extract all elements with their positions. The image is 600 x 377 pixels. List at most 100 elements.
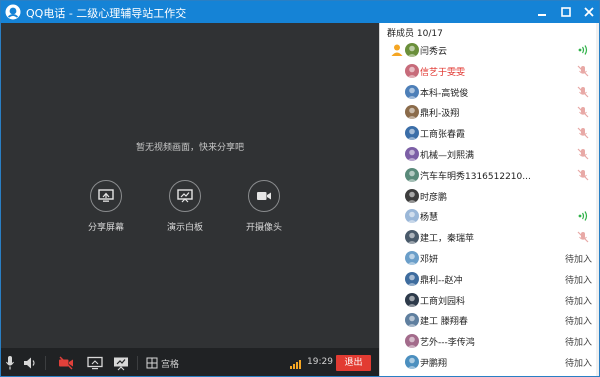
member-row[interactable]: 工商刘园科 待加入 bbox=[380, 290, 599, 310]
toolbar-whiteboard-button[interactable] bbox=[113, 355, 129, 371]
mic-muted-icon bbox=[577, 65, 589, 77]
member-name: 信艺于雯雯 bbox=[420, 67, 466, 78]
member-row[interactable]: 艺外---李传鸿 待加入 bbox=[380, 331, 599, 351]
microphone-button[interactable] bbox=[5, 355, 15, 371]
mic-muted-icon bbox=[577, 148, 589, 160]
share-screen-icon bbox=[98, 189, 114, 202]
camera-icon bbox=[257, 192, 271, 200]
member-row[interactable]: 鼎利-汲翔 bbox=[380, 102, 599, 122]
share-screen-button[interactable]: 分享屏幕 bbox=[71, 180, 141, 233]
minimize-icon bbox=[538, 14, 546, 16]
signal-strength-icon bbox=[290, 360, 301, 369]
pending-status: 待加入 bbox=[564, 255, 592, 265]
avatar bbox=[405, 355, 419, 369]
member-row[interactable]: 本科-高锐俊 bbox=[380, 82, 599, 102]
minimize-button[interactable] bbox=[533, 3, 551, 21]
member-name: 尹鹏翔 bbox=[420, 359, 448, 369]
avatar bbox=[405, 167, 419, 182]
mic-muted-icon bbox=[577, 86, 589, 98]
whiteboard-button[interactable]: 演示白板 bbox=[150, 180, 220, 233]
pending-status: 待加入 bbox=[564, 296, 592, 307]
avatar bbox=[405, 63, 419, 78]
member-name: 杨慧 bbox=[420, 213, 439, 224]
avatar bbox=[405, 292, 419, 307]
title-bar: QQ电话 - 二级心理辅导站工作交 bbox=[1, 1, 599, 23]
avatar bbox=[405, 43, 419, 57]
member-name: 建工，秦瑞苹 bbox=[420, 234, 475, 245]
speaking-icon bbox=[578, 211, 588, 222]
avatar bbox=[405, 313, 419, 328]
mic-muted-icon bbox=[577, 231, 589, 243]
member-row[interactable]: 杨慧 bbox=[380, 206, 599, 226]
share-screen-icon bbox=[87, 356, 103, 370]
window-title: QQ电话 - 二级心理辅导站工作交 bbox=[26, 7, 187, 20]
member-name: 汽车车明秀1316512210... bbox=[420, 171, 531, 182]
close-button[interactable] bbox=[580, 3, 598, 21]
avatar bbox=[405, 230, 419, 245]
layout-label[interactable]: 宫格 bbox=[161, 357, 179, 370]
avatar bbox=[405, 334, 419, 349]
mic-muted-icon bbox=[577, 127, 589, 139]
member-name: 工商刘园科 bbox=[420, 296, 466, 307]
speaker-button[interactable] bbox=[23, 355, 37, 371]
microphone-icon bbox=[6, 356, 14, 370]
video-area: 暂无视频画面，快来分享吧 分享屏幕 演示白板 开摄像头 bbox=[1, 23, 379, 348]
member-row[interactable]: 汽车车明秀1316512210... bbox=[380, 165, 599, 185]
avatar bbox=[405, 271, 419, 286]
avatar bbox=[405, 126, 419, 141]
member-name: 时彦鹏 bbox=[420, 192, 448, 203]
member-name: 闫秀云 bbox=[420, 47, 448, 57]
no-video-message: 暂无视频画面，快来分享吧 bbox=[135, 143, 244, 153]
member-scrollbar[interactable] bbox=[596, 23, 599, 376]
exit-button[interactable]: 退出 bbox=[336, 355, 371, 371]
admin-badge-icon bbox=[391, 44, 403, 56]
member-name: 艺外---李传鸿 bbox=[420, 338, 475, 349]
whiteboard-label: 演示白板 bbox=[166, 223, 203, 233]
member-row[interactable]: 邓妍 待加入 bbox=[380, 248, 599, 268]
member-row[interactable]: 时彦鹏 bbox=[380, 186, 599, 206]
maximize-button[interactable] bbox=[557, 3, 575, 21]
member-name: 鼎利--赵冲 bbox=[420, 275, 463, 286]
whiteboard-icon bbox=[177, 189, 193, 203]
member-row[interactable]: 鼎利--赵冲 待加入 bbox=[380, 269, 599, 289]
speaker-icon bbox=[24, 357, 35, 369]
avatar bbox=[405, 147, 419, 161]
camera-button[interactable]: 开摄像头 bbox=[229, 180, 299, 233]
speaking-icon bbox=[578, 45, 588, 55]
pending-status: 待加入 bbox=[564, 359, 592, 369]
member-row[interactable]: 信艺于雯雯 bbox=[380, 61, 599, 81]
member-row[interactable]: 建工，秦瑞苹 bbox=[380, 227, 599, 247]
call-duration: 19:29 bbox=[307, 357, 333, 367]
avatar bbox=[405, 105, 419, 120]
pending-status: 待加入 bbox=[564, 275, 592, 286]
qq-call-window: QQ电话 - 二级心理辅导站工作交 暂无视频画面，快来分享吧 分享屏幕 演示白板… bbox=[0, 0, 600, 377]
member-row[interactable]: 尹鹏翔 待加入 bbox=[380, 352, 599, 372]
member-name: 邓妍 bbox=[420, 255, 439, 265]
mic-muted-icon bbox=[577, 106, 589, 118]
member-row[interactable]: 建工 滕翔春 待加入 bbox=[380, 310, 599, 330]
toolbar-share-screen-button[interactable] bbox=[87, 355, 103, 371]
signal-indicator bbox=[289, 355, 303, 371]
camera-off-icon bbox=[59, 356, 73, 370]
maximize-icon bbox=[561, 7, 571, 17]
avatar bbox=[405, 188, 419, 203]
member-row[interactable]: 闫秀云 bbox=[380, 40, 599, 60]
member-name: 工商张春霞 bbox=[420, 130, 466, 141]
member-name: 机械—刘熙满 bbox=[420, 151, 475, 161]
whiteboard-icon bbox=[114, 357, 128, 371]
member-name: 建工 滕翔春 bbox=[420, 317, 468, 328]
avatar bbox=[405, 251, 419, 265]
member-panel: 群成员 10/17 闫秀云信艺于雯雯本科-高锐俊 鼎利-汲翔工商张春霞机械—刘熙满… bbox=[379, 23, 599, 376]
call-toolbar: 宫格 19:29 退出 bbox=[1, 348, 379, 376]
qq-logo-icon bbox=[5, 4, 21, 20]
member-count: 群成员 10/17 bbox=[387, 29, 443, 39]
grid-icon bbox=[146, 357, 158, 369]
member-name: 本科-高锐俊 bbox=[420, 88, 469, 99]
member-row[interactable]: 机械—刘熙满 bbox=[380, 144, 599, 164]
pending-status: 待加入 bbox=[564, 317, 592, 328]
avatar bbox=[405, 209, 419, 224]
camera-off-button[interactable] bbox=[58, 355, 74, 371]
member-name: 鼎利-汲翔 bbox=[420, 109, 460, 120]
grid-layout-button[interactable] bbox=[146, 355, 158, 371]
member-row[interactable]: 工商张春霞 bbox=[380, 123, 599, 143]
